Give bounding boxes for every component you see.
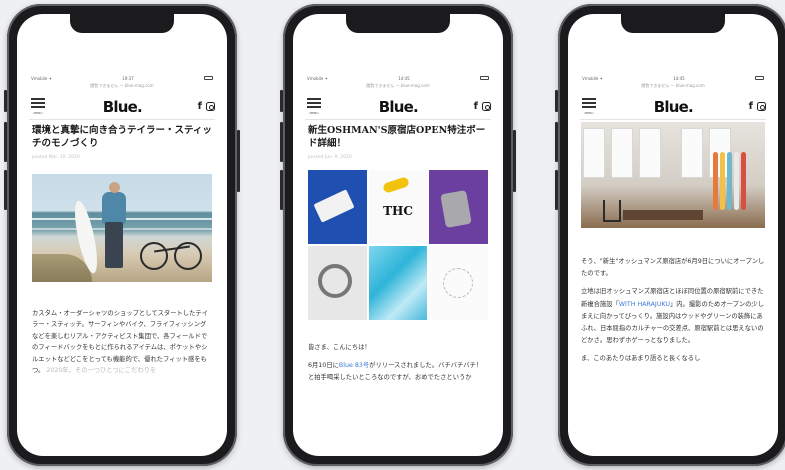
notch: [70, 14, 174, 33]
mute-switch: [280, 90, 283, 112]
social-links: f: [474, 101, 491, 112]
social-links: f: [198, 101, 215, 112]
address-bar[interactable]: 閲覧できません — blue-mag.com: [31, 83, 213, 91]
menu-button[interactable]: MENU: [305, 98, 323, 115]
grid-image: THC: [368, 170, 428, 244]
product-image-grid: THC: [308, 170, 488, 320]
article-photo-store: [581, 122, 765, 228]
site-header: MENU Blue. f: [29, 94, 215, 120]
thc-logo: THC: [383, 204, 413, 218]
carrier-label: Vmobile ✦: [31, 75, 52, 81]
volume-down-button: [4, 170, 7, 210]
phone-screen: Vmobile ✦ 14:45 閲覧できません — blue-mag.com M…: [568, 14, 778, 456]
volume-down-button: [555, 170, 558, 210]
phone-screen: Vmobile ✦ 14:45 閲覧できません — blue-mag.com M…: [293, 14, 503, 456]
menu-label: MENU: [584, 111, 594, 115]
article-date: posted Jun. 9, 2020: [308, 155, 352, 160]
grid-image: [308, 170, 367, 244]
phone-1: Vmobile ✦ 19:37 閲覧できません — blue-mag.com M…: [4, 4, 240, 466]
article: そう、"新生"オッシュマンズ原宿店が6月9日についにオープンしたのです。 立地は…: [581, 122, 765, 366]
site-logo[interactable]: Blue.: [379, 98, 419, 116]
status-bar: Vmobile ✦ 14:45: [582, 74, 764, 82]
notch: [621, 14, 725, 33]
grid-image: [368, 246, 428, 320]
site-logo[interactable]: Blue.: [654, 98, 694, 116]
volume-up-button: [555, 122, 558, 162]
menu-button[interactable]: MENU: [29, 98, 47, 115]
power-button: [513, 130, 516, 192]
volume-down-button: [280, 170, 283, 210]
site-header: MENU Blue. f: [305, 94, 491, 120]
menu-button[interactable]: MENU: [580, 98, 598, 115]
instagram-icon[interactable]: [206, 102, 215, 111]
clock: 14:45: [673, 75, 685, 81]
phone-3: Vmobile ✦ 14:45 閲覧できません — blue-mag.com M…: [555, 4, 785, 466]
clock: 19:37: [122, 75, 134, 81]
article-body: そう、"新生"オッシュマンズ原宿店が6月9日についにオープンしたのです。 立地は…: [581, 258, 765, 363]
blue-83-link[interactable]: Blue 83号: [339, 362, 369, 369]
article-date: posted Mar. 10, 2020: [32, 155, 80, 160]
address-bar[interactable]: 閲覧できません — blue-mag.com: [582, 83, 764, 91]
carrier-label: Vmobile ✦: [582, 75, 603, 81]
carrier-label: Vmobile ✦: [307, 75, 328, 81]
phone-screen: Vmobile ✦ 19:37 閲覧できません — blue-mag.com M…: [17, 14, 227, 456]
grid-image: [308, 246, 367, 320]
battery-icon: [480, 76, 489, 80]
grid-image: [429, 246, 488, 320]
with-harajuku-link[interactable]: WITH HARAJUKU: [619, 301, 670, 308]
airplane-icon: [381, 176, 410, 194]
hamburger-icon: [31, 98, 45, 100]
address-bar[interactable]: 閲覧できません — blue-mag.com: [307, 83, 489, 91]
facebook-icon[interactable]: f: [749, 101, 753, 112]
facebook-icon[interactable]: f: [198, 101, 202, 112]
surfboard: [713, 152, 718, 210]
site-logo[interactable]: Blue.: [103, 98, 143, 116]
article-body-fade: 2020年、その一つひとつにこだわりを: [46, 367, 157, 375]
grid-image: [429, 170, 488, 244]
clock: 14:45: [398, 75, 410, 81]
article-title[interactable]: 環境と真摯に向き合うテイラー・スティッチのモノづくり: [32, 124, 212, 150]
article-title[interactable]: 新生OSHMAN'S原宿店OPEN特注ボード詳細！: [308, 124, 488, 150]
site-header: MENU Blue. f: [580, 94, 766, 120]
status-bar: Vmobile ✦ 19:37: [31, 74, 213, 82]
battery-icon: [755, 76, 764, 80]
mute-switch: [4, 90, 7, 112]
display-table: [623, 210, 703, 220]
article-photo-surfer: [32, 174, 212, 282]
article: 新生OSHMAN'S原宿店OPEN特注ボード詳細！ posted Jun. 9,…: [308, 124, 488, 383]
chair: [603, 200, 621, 222]
instagram-icon[interactable]: [482, 102, 491, 111]
mute-switch: [555, 90, 558, 112]
social-links: f: [749, 101, 766, 112]
battery-icon: [204, 76, 213, 80]
phone-2: Vmobile ✦ 14:45 閲覧できません — blue-mag.com M…: [280, 4, 516, 466]
status-bar: Vmobile ✦ 14:45: [307, 74, 489, 82]
article-body: 皆さま、こんにちは！ 6月10日にBlue 83号がリリースされました。バチバチ…: [308, 344, 483, 381]
facebook-icon[interactable]: f: [474, 101, 478, 112]
article: 環境と真摯に向き合うテイラー・スティッチのモノづくり posted Mar. 1…: [32, 124, 212, 376]
instagram-icon[interactable]: [757, 102, 766, 111]
bicycle: [140, 242, 168, 270]
hamburger-icon: [582, 98, 596, 100]
hamburger-icon: [307, 98, 321, 100]
menu-label: MENU: [33, 111, 43, 115]
power-button: [237, 130, 240, 192]
volume-up-button: [4, 122, 7, 162]
notch: [346, 14, 450, 33]
menu-label: MENU: [309, 111, 319, 115]
article-body: カスタム・オーダーシャツのショップとしてスタートしたテイラー・スティッチ。サーフ…: [32, 310, 208, 375]
volume-up-button: [280, 122, 283, 162]
